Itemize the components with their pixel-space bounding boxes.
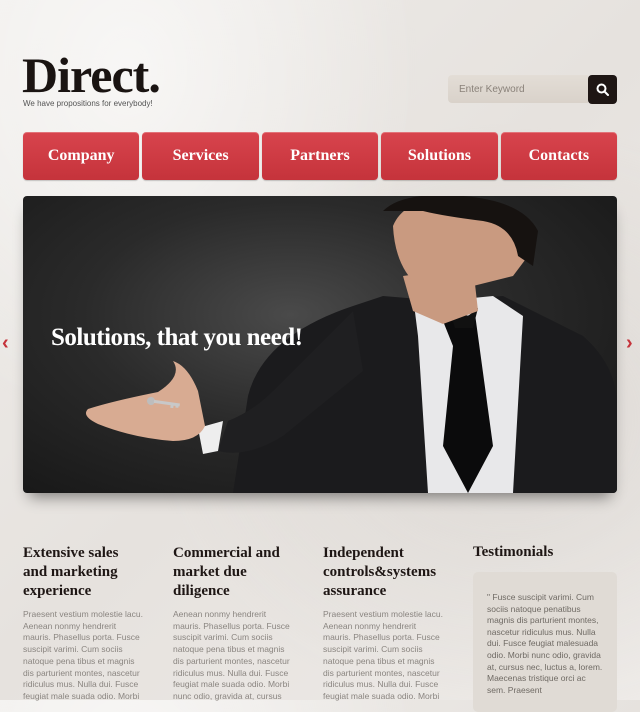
- tagline: We have propositions for everybody!: [23, 99, 153, 108]
- feature-title[interactable]: Commercial and market due diligence: [173, 544, 295, 601]
- slider-prev-arrow[interactable]: ‹: [2, 333, 9, 353]
- nav-item-company[interactable]: Company: [23, 132, 140, 180]
- search-icon: [596, 83, 609, 96]
- testimonial-quote: " Fusce suscipit varimi. Cum sociis nato…: [487, 592, 603, 695]
- nav-item-solutions[interactable]: Solutions: [381, 132, 498, 180]
- feature-text: Praesent vestium molestie lacu. Aenean n…: [323, 609, 443, 701]
- slider-next-arrow[interactable]: ›: [626, 333, 633, 353]
- nav-item-services[interactable]: Services: [142, 132, 259, 180]
- feature-title[interactable]: Extensive sales and marketing experience: [23, 544, 145, 601]
- feature-column-sales: Extensive sales and marketing experience…: [23, 544, 145, 703]
- search-input[interactable]: [448, 75, 589, 103]
- feature-text: Praesent vestium molestie lacu. Aenean n…: [23, 609, 143, 701]
- nav-item-contacts[interactable]: Contacts: [500, 132, 618, 180]
- search-field[interactable]: [448, 75, 589, 103]
- slide-caption: Solutions, that you need!: [51, 324, 303, 351]
- hero-slider: Solutions, that you need!: [23, 196, 617, 493]
- feature-column-assurance: Independent controls&systems assurance P…: [323, 544, 445, 703]
- search-button[interactable]: [588, 75, 617, 104]
- feature-text: Aenean nonmy hendrerit mauris. Phasellus…: [173, 609, 290, 701]
- logo[interactable]: Direct.: [22, 50, 161, 100]
- testimonials-title: Testimonials: [473, 544, 554, 560]
- main-nav: Company Services Partners Solutions Cont…: [23, 132, 618, 180]
- nav-item-partners[interactable]: Partners: [261, 132, 379, 180]
- feature-title[interactable]: Independent controls&systems assurance: [323, 544, 445, 601]
- testimonial-box: " Fusce suscipit varimi. Cum sociis nato…: [473, 572, 617, 712]
- feature-column-diligence: Commercial and market due diligence Aene…: [173, 544, 295, 703]
